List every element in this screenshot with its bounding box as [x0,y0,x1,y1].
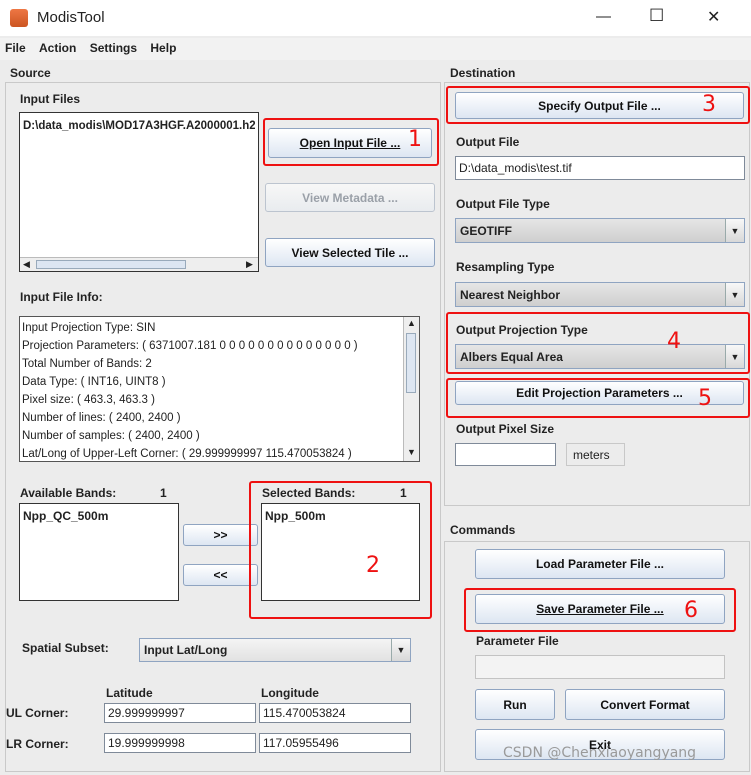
destination-section-label: Destination [450,66,516,80]
info-line: Number of lines: ( 2400, 2400 ) [22,412,181,424]
input-file-info-label: Input File Info: [20,290,103,304]
input-file-info-textarea[interactable]: Input Projection Type: SIN Projection Pa… [19,316,420,462]
spatial-subset-select[interactable]: Input Lat/Long ▼ [139,638,411,662]
view-metadata-button[interactable]: View Metadata ... [265,183,435,212]
info-line: Pixel size: ( 463.3, 463.3 ) [22,394,155,406]
scroll-down-icon[interactable]: ▼ [407,447,416,457]
input-files-list[interactable]: D:\data_modis\MOD17A3HGF.A2000001.h2 ◀ ▶ [19,112,259,272]
close-icon[interactable]: ✕ [707,7,720,27]
available-bands-count: 1 [160,486,167,500]
view-metadata-label: View Metadata ... [302,190,398,205]
load-parameter-file-label: Load Parameter File ... [535,557,665,571]
info-line: Projection Parameters: ( 6371007.181 0 0… [22,340,358,352]
chevron-down-icon[interactable]: ▼ [391,639,410,661]
info-line: Total Number of Bands: 2 [22,358,152,370]
annotation-box-4 [446,312,750,374]
annotation-box-2 [249,481,432,619]
lr-corner-label: LR Corner: [6,737,69,751]
parameter-file-field[interactable] [475,655,725,679]
commands-section-label: Commands [450,523,516,537]
add-band-button[interactable]: >> [183,524,258,546]
convert-format-button[interactable]: Convert Format [565,689,725,720]
add-band-label: >> [213,528,228,542]
longitude-label: Longitude [261,686,319,700]
latitude-label: Latitude [106,686,153,700]
meters-unit-label: meters [566,443,625,466]
output-file-field[interactable]: D:\data_modis\test.tif [455,156,745,180]
spatial-subset-value: Input Lat/Long [144,643,228,657]
annotation-4: 4 [667,329,681,354]
chevron-down-icon[interactable]: ▼ [725,219,744,242]
available-bands-label: Available Bands: [20,486,117,500]
scroll-thumb[interactable] [36,260,186,269]
menu-settings[interactable]: Settings [90,41,137,55]
lr-latitude-field[interactable]: 19.999999998 [104,733,256,753]
menu-bar: File Action Settings Help [0,38,751,60]
java-app-icon [10,9,28,27]
title-bar: ModisTool — ☐ ✕ [0,0,751,36]
ul-latitude-field[interactable]: 29.999999997 [104,703,256,723]
output-file-type-value: GEOTIFF [460,223,512,238]
lr-longitude-field[interactable]: 117.05955496 [259,733,411,753]
view-selected-tile-label: View Selected Tile ... [291,245,409,260]
run-label: Run [503,697,527,712]
spatial-subset-label: Spatial Subset: [22,641,109,655]
chevron-down-icon[interactable]: ▼ [725,283,744,306]
annotation-6: 6 [684,598,698,623]
convert-format-label: Convert Format [600,697,690,712]
output-pixel-size-label: Output Pixel Size [456,422,555,436]
info-text: Input Projection Type: SIN Projection Pa… [22,319,402,461]
remove-band-label: << [213,568,228,582]
input-files-label: Input Files [20,92,80,106]
window-title: ModisTool [37,9,105,26]
ul-corner-label: UL Corner: [6,706,69,720]
annotation-1: 1 [408,127,422,152]
scroll-thumb[interactable] [406,333,416,393]
run-button[interactable]: Run [475,689,555,720]
ul-longitude-field[interactable]: 115.470053824 [259,703,411,723]
vertical-scrollbar[interactable]: ▲ ▼ [403,317,419,461]
resampling-type-value: Nearest Neighbor [460,287,561,302]
output-file-type-label: Output File Type [456,197,550,211]
parameter-file-label: Parameter File [476,634,559,648]
maximize-icon[interactable]: ☐ [649,6,664,26]
annotation-2: 2 [366,553,380,578]
resampling-type-select[interactable]: Nearest Neighbor ▼ [455,282,745,307]
scroll-right-icon[interactable]: ▶ [246,259,253,270]
output-pixel-size-field[interactable] [455,443,556,466]
horizontal-scrollbar[interactable]: ◀ ▶ [20,257,258,271]
menu-action[interactable]: Action [39,41,76,55]
minimize-icon[interactable]: — [596,8,611,25]
info-line: Input Projection Type: SIN [22,322,156,334]
info-line: Number of samples: ( 2400, 2400 ) [22,430,200,442]
resampling-type-label: Resampling Type [456,260,555,274]
list-item[interactable]: Npp_QC_500m [23,509,108,523]
view-selected-tile-button[interactable]: View Selected Tile ... [265,238,435,267]
load-parameter-file-button[interactable]: Load Parameter File ... [475,549,725,579]
watermark-text: CSDN @Chenxiaoyangyang [503,745,697,761]
output-file-label: Output File [456,135,520,149]
info-line: Lat/Long of Upper-Left Corner: ( 29.9999… [22,448,352,460]
info-line: Data Type: ( INT16, UINT8 ) [22,376,166,388]
source-section-label: Source [10,66,51,80]
scroll-up-icon[interactable]: ▲ [407,318,416,328]
remove-band-button[interactable]: << [183,564,258,586]
output-file-type-select[interactable]: GEOTIFF ▼ [455,218,745,243]
list-item[interactable]: D:\data_modis\MOD17A3HGF.A2000001.h2 [23,120,255,132]
scroll-left-icon[interactable]: ◀ [23,259,30,270]
annotation-5: 5 [698,386,712,411]
menu-help[interactable]: Help [150,41,176,55]
annotation-3: 3 [702,92,716,117]
available-bands-list[interactable]: Npp_QC_500m [19,503,179,601]
menu-file[interactable]: File [5,41,26,55]
